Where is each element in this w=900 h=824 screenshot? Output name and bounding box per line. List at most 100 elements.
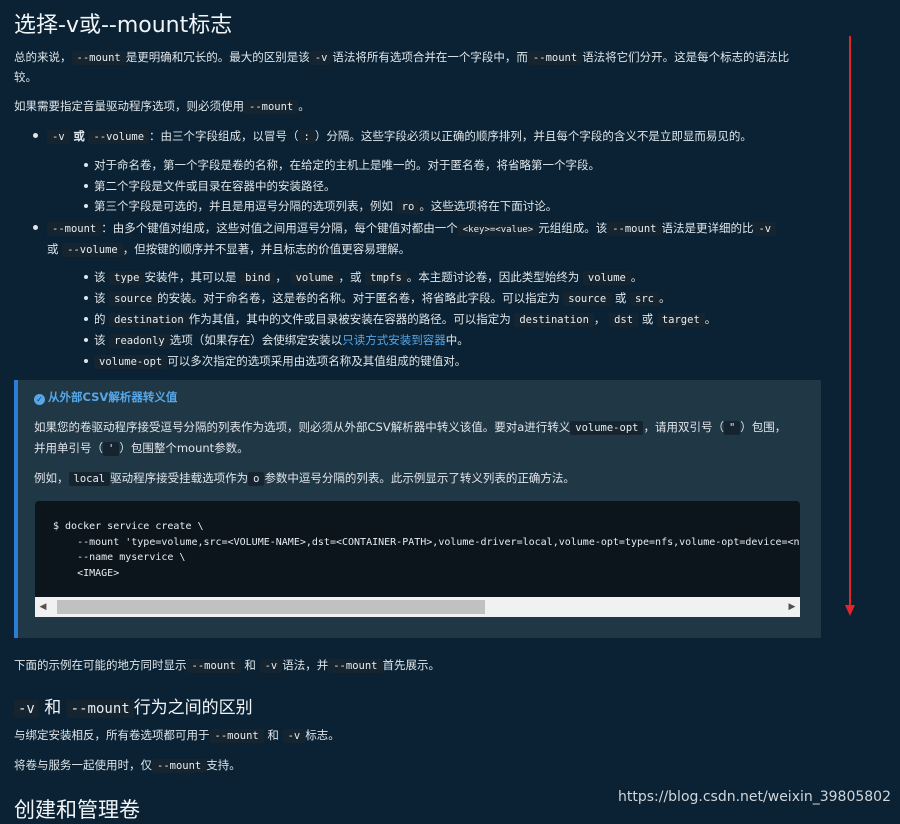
text: 是更明确和冗长的。最大的区别是该: [125, 50, 310, 64]
examples-paragraph: 下面的示例在可能的地方同时显示 --mount 和 -v 语法，并 --mount 首先…: [14, 656, 440, 675]
text: ，: [593, 312, 606, 326]
text: 下面的示例在可能的地方同时显示: [14, 658, 187, 672]
inline-code: --mount: [71, 51, 126, 65]
text: 选项（如果存在）会使绑定安装以: [169, 333, 343, 347]
text: 或: [641, 312, 654, 326]
text: 第三个字段是可选的，并且是用逗号分隔的选项列表，例如: [94, 199, 393, 213]
text: 与绑定安装相反，所有卷选项都可用于: [14, 728, 210, 742]
text: 。这些选项将在下面讨论。: [419, 199, 558, 213]
inline-code: --mount: [607, 222, 662, 236]
text: ，或: [338, 270, 362, 284]
text: 如果您的卷驱动程序接受逗号分隔的列表作为选项，则必须从外部CSV解析器中转义该值…: [34, 420, 571, 434]
text: 语法将它们分开。这是每个标志的语法比: [582, 50, 790, 64]
inline-code: destination: [514, 313, 594, 327]
inline-code: --mount: [328, 659, 383, 673]
inline-code: --volume: [88, 130, 150, 144]
code-text: $ docker service create \ --mount 'type=…: [53, 521, 800, 579]
scroll-left-icon[interactable]: ◀: [35, 597, 51, 617]
inline-code: --volume: [62, 243, 123, 257]
inline-code: --mount: [186, 659, 241, 673]
inline-code: --mount: [152, 759, 207, 773]
text: 的安装。对于命名卷，这是卷的名称。对于匿名卷，将省略此字段。可以指定为: [157, 291, 560, 305]
inline-code: ": [723, 421, 741, 435]
text: 语法是更详细的比: [661, 221, 754, 235]
inline-code: type: [109, 271, 145, 285]
inline-code: bind: [240, 271, 276, 285]
inline-code: dst: [609, 313, 639, 327]
inline-code: source: [109, 292, 158, 306]
text: 和: [244, 658, 256, 672]
inline-code: ro: [396, 200, 420, 214]
scroll-right-icon[interactable]: ▶: [784, 597, 800, 617]
annotation-arrow-head-icon: [845, 605, 855, 616]
sub-item: 该 source 的安装。对于命名卷，这是卷的名称。对于匿名卷，将省略此字段。可以…: [80, 289, 670, 308]
inline-code: -v: [259, 659, 283, 673]
note-paragraph: 如果您的卷驱动程序接受逗号分隔的列表作为选项，则必须从外部CSV解析器中转义该值…: [34, 418, 786, 437]
check-circle-icon: ✓: [34, 394, 45, 405]
inline-code: --mount: [66, 700, 134, 718]
horizontal-scrollbar[interactable]: ◀ ▶: [35, 597, 800, 617]
inline-code: source: [563, 292, 612, 306]
note-title-text: 从外部CSV解析器转义值: [48, 390, 178, 404]
sub-item: 第二个字段是文件或目录在容器中的安装路径。: [94, 179, 336, 193]
inline-code: --mount: [209, 729, 264, 743]
sub-item: 该 type 安装件，其可以是 bind， volume ，或 tmpfs 。本主题讨…: [80, 268, 642, 287]
text: 。本主题讨论卷，因此类型始终为: [406, 270, 580, 284]
inline-code: volume-opt: [94, 355, 168, 369]
text: 安装件，其可以是: [144, 270, 237, 284]
text: 总的来说，: [14, 50, 72, 64]
text: 。: [298, 99, 310, 113]
text: 和: [44, 698, 62, 718]
inline-code: --mount: [244, 100, 299, 114]
inline-code: volume: [582, 271, 631, 285]
text: ，: [275, 270, 287, 284]
inline-code: destination: [109, 313, 189, 327]
bullet-mount-cont: 或 --volume ，但按键的顺序并不显著，并且标志的价值更容易理解。: [47, 240, 410, 259]
watermark: https://blog.csdn.net/weixin_39805802: [617, 789, 891, 805]
text: ：由三个字段组成，以冒号（: [149, 129, 299, 143]
text: 首先展示。: [382, 658, 441, 672]
section-heading-differences: -v 和 --mount 行为之间的区别: [14, 693, 253, 718]
scrollbar-thumb[interactable]: [57, 600, 485, 614]
services-paragraph: 将卷与服务一起使用时，仅 --mount 支持。: [14, 756, 241, 775]
text: 。: [658, 291, 671, 305]
annotation-arrow-line: [849, 36, 851, 609]
text: 标志。: [305, 728, 340, 742]
code-block[interactable]: $ docker service create \ --mount 'type=…: [35, 501, 800, 597]
text: 语法将所有选项合并在一个字段中，而: [332, 50, 528, 64]
inline-code: src: [630, 292, 659, 306]
sub-item: 第三个字段是可选的，并且是用逗号分隔的选项列表，例如 ro 。这些选项将在下面讨论…: [80, 197, 557, 216]
text: 的: [94, 312, 106, 326]
inline-code: local: [68, 472, 111, 486]
sub-item: volume-opt 可以多次指定的选项采用由选项名称及其值组成的键值对。: [80, 352, 466, 371]
inline-code: tmpfs: [365, 271, 407, 285]
note-paragraph-cont: 并用单引号（ ' ）包围整个mount参数。: [34, 439, 249, 458]
inline-code: -v: [47, 130, 70, 144]
inline-code: -v: [14, 700, 39, 718]
inline-code: volume-opt: [570, 421, 644, 435]
text: 或: [47, 242, 59, 256]
text: 行为之间的区别: [133, 698, 253, 718]
text: ，请用双引号（: [643, 420, 724, 434]
bullet-dot: [33, 133, 38, 138]
text: ）包围，: [740, 420, 787, 434]
text: 该: [94, 333, 106, 347]
inline-code: -v: [282, 729, 306, 743]
text: 参数中逗号分隔的列表。此示例显示了转义列表的正确方法。: [264, 471, 575, 485]
inline-code: -v: [309, 51, 333, 65]
inline-code: --mount: [47, 222, 102, 236]
inline-code: -v: [753, 222, 777, 236]
text: 可以多次指定的选项采用由选项名称及其值组成的键值对。: [167, 354, 467, 368]
differences-paragraph: 与绑定安装相反，所有卷选项都可用于 --mount 和 -v 标志。: [14, 726, 340, 745]
text: 语法，并: [282, 658, 329, 672]
sub-item: 该 readonly 选项（如果存在）会使绑定安装以只读方式安装到容器中。: [80, 331, 469, 350]
note-example-paragraph: 例如， local 驱动程序接受挂载选项作为 o 参数中逗号分隔的列表。此示例显示了转义…: [34, 469, 575, 488]
bullet-dot: [33, 225, 38, 230]
readonly-link[interactable]: 只读方式安装到容器: [342, 333, 446, 347]
text: 例如，: [34, 471, 69, 485]
text: ）包围整个mount参数。: [119, 441, 249, 455]
text: 。: [704, 312, 717, 326]
text: 该: [94, 291, 106, 305]
inline-code: ': [103, 442, 120, 456]
text: ：由多个键值对组成，这些对值之间用逗号分隔，每个键值对都由一个: [101, 221, 458, 235]
